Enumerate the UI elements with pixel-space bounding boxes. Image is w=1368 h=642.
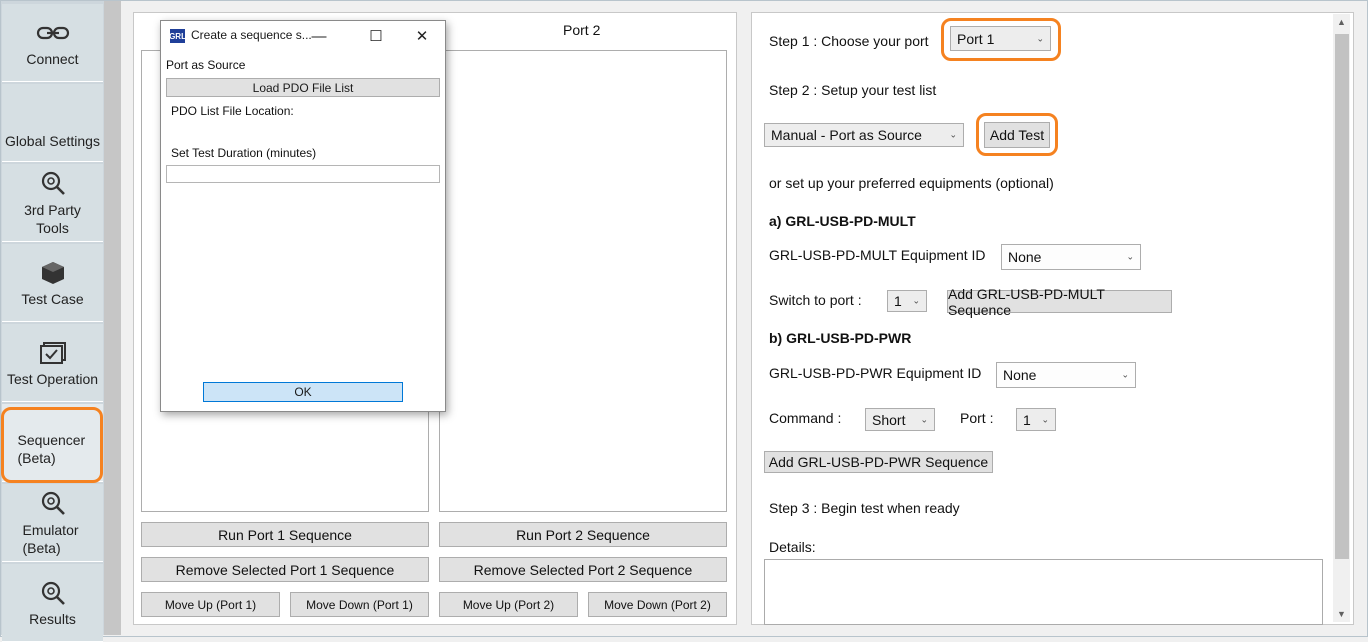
sidebar-item-label: Test Case xyxy=(21,290,84,307)
mult-equipment-label: GRL-USB-PD-MULT Equipment ID xyxy=(769,247,986,263)
remove-port1-button[interactable]: Remove Selected Port 1 Sequence xyxy=(141,557,429,582)
link-icon xyxy=(36,19,70,47)
pwr-port-label: Port : xyxy=(960,410,994,426)
chevron-down-icon: ⌄ xyxy=(920,414,928,424)
sidebar-item-label: 3rd Party Tools xyxy=(24,201,81,236)
sidebar-item-emulator[interactable]: Emulator (Beta) xyxy=(2,484,103,562)
duration-label: Set Test Duration (minutes) xyxy=(171,146,317,160)
sidebar-item-label: Test Operation xyxy=(6,370,99,387)
magnifier-gear-icon xyxy=(40,169,66,197)
move-up-port1-button[interactable]: Move Up (Port 1) xyxy=(141,592,280,617)
sidebar-item-label: Emulator (Beta) xyxy=(22,521,79,556)
mult-equipment-select[interactable]: None ⌄ xyxy=(1001,244,1141,270)
command-label: Command : xyxy=(769,410,842,426)
chevron-down-icon: ⌄ xyxy=(949,129,957,140)
duration-input[interactable] xyxy=(166,165,440,183)
chevron-down-icon: ⌄ xyxy=(912,295,920,306)
test-type-select[interactable]: Manual - Port as Source ⌄ xyxy=(764,123,964,147)
step2-label: Step 2 : Setup your test list xyxy=(769,82,937,98)
pwr-port-value: 1 xyxy=(1023,411,1031,428)
port-select-highlight xyxy=(941,18,1061,61)
file-location-label: PDO List File Location: xyxy=(171,104,294,118)
chevron-down-icon: ⌄ xyxy=(1041,414,1049,424)
pwr-equipment-label: GRL-USB-PD-PWR Equipment ID xyxy=(769,365,982,381)
mult-heading: a) GRL-USB-PD-MULT xyxy=(769,213,916,229)
switch-port-value: 1 xyxy=(894,293,902,309)
chevron-down-icon: ⌄ xyxy=(1126,251,1134,262)
sidebar-scrollbar[interactable] xyxy=(104,1,121,635)
sequencer-highlight xyxy=(1,407,103,483)
dialog-titlebar[interactable]: GRL Create a sequence s... — ☐ ✕ xyxy=(161,21,445,51)
move-up-port2-button[interactable]: Move Up (Port 2) xyxy=(439,592,578,617)
run-port1-button[interactable]: Run Port 1 Sequence xyxy=(141,522,429,547)
create-sequence-dialog: GRL Create a sequence s... — ☐ ✕ Port as… xyxy=(160,20,446,412)
checklist-icon xyxy=(39,339,67,367)
command-select[interactable]: Short ⌄ xyxy=(865,408,935,431)
ok-button[interactable]: OK xyxy=(203,382,403,402)
magnifier-gear-icon xyxy=(40,489,66,517)
step3-label: Step 3 : Begin test when ready xyxy=(769,500,960,516)
maximize-icon[interactable]: ☐ xyxy=(358,25,394,47)
move-down-port2-button[interactable]: Move Down (Port 2) xyxy=(588,592,727,617)
dialog-subtitle: Port as Source xyxy=(166,58,246,72)
optional-label: or set up your preferred equipments (opt… xyxy=(769,175,1054,191)
add-pwr-sequence-button[interactable]: Add GRL-USB-PD-PWR Sequence xyxy=(764,451,993,473)
step1-label: Step 1 : Choose your port xyxy=(769,33,929,49)
pwr-equipment-value: None xyxy=(1003,367,1037,383)
command-value: Short xyxy=(872,411,906,428)
port2-title: Port 2 xyxy=(563,22,601,38)
close-icon[interactable]: ✕ xyxy=(404,25,440,47)
chevron-down-icon: ⌄ xyxy=(1121,369,1129,380)
sidebar-item-3rd-party-tools[interactable]: 3rd Party Tools xyxy=(2,164,103,242)
pwr-heading: b) GRL-USB-PD-PWR xyxy=(769,330,912,346)
add-test-highlight xyxy=(976,113,1058,156)
remove-port2-button[interactable]: Remove Selected Port 2 Sequence xyxy=(439,557,727,582)
sidebar-item-global-settings[interactable]: Global Settings xyxy=(2,84,103,162)
switch-port-label: Switch to port : xyxy=(769,292,862,308)
add-mult-sequence-button[interactable]: Add GRL-USB-PD-MULT Sequence xyxy=(947,286,1172,318)
sidebar-item-connect[interactable]: Connect xyxy=(2,4,103,82)
pwr-equipment-select[interactable]: None ⌄ xyxy=(996,362,1136,388)
switch-port-select[interactable]: 1 ⌄ xyxy=(887,290,927,312)
dialog-title: Create a sequence s... xyxy=(191,28,312,42)
cube-icon xyxy=(40,259,66,287)
test-type-value: Manual - Port as Source xyxy=(771,127,922,143)
move-down-port1-button[interactable]: Move Down (Port 1) xyxy=(290,592,429,617)
sidebar-item-test-case[interactable]: Test Case xyxy=(2,244,103,322)
sidebar-item-label: Global Settings xyxy=(5,133,100,149)
sidebar-item-test-operation[interactable]: Test Operation xyxy=(2,324,103,402)
details-label: Details: xyxy=(769,539,816,555)
scroll-down-icon[interactable]: ▼ xyxy=(1333,606,1350,622)
scroll-thumb[interactable] xyxy=(1335,34,1349,559)
sidebar-item-label: Results xyxy=(29,610,76,627)
grl-logo-icon: GRL xyxy=(169,29,186,43)
load-pdo-button[interactable]: Load PDO File List xyxy=(166,78,440,97)
port2-sequence-list[interactable] xyxy=(439,50,727,512)
sidebar-item-results[interactable]: Results xyxy=(2,564,103,642)
setup-scrollbar[interactable]: ▲ ▼ xyxy=(1333,14,1350,622)
mult-equipment-value: None xyxy=(1008,249,1042,265)
minimize-icon[interactable]: — xyxy=(301,25,337,47)
scroll-up-icon[interactable]: ▲ xyxy=(1333,14,1350,30)
pwr-port-select[interactable]: 1 ⌄ xyxy=(1016,408,1056,431)
run-port2-button[interactable]: Run Port 2 Sequence xyxy=(439,522,727,547)
sidebar-item-label: Connect xyxy=(26,50,79,67)
details-box[interactable] xyxy=(764,559,1323,625)
magnifier-gear-icon xyxy=(40,579,66,607)
setup-panel xyxy=(751,12,1354,625)
